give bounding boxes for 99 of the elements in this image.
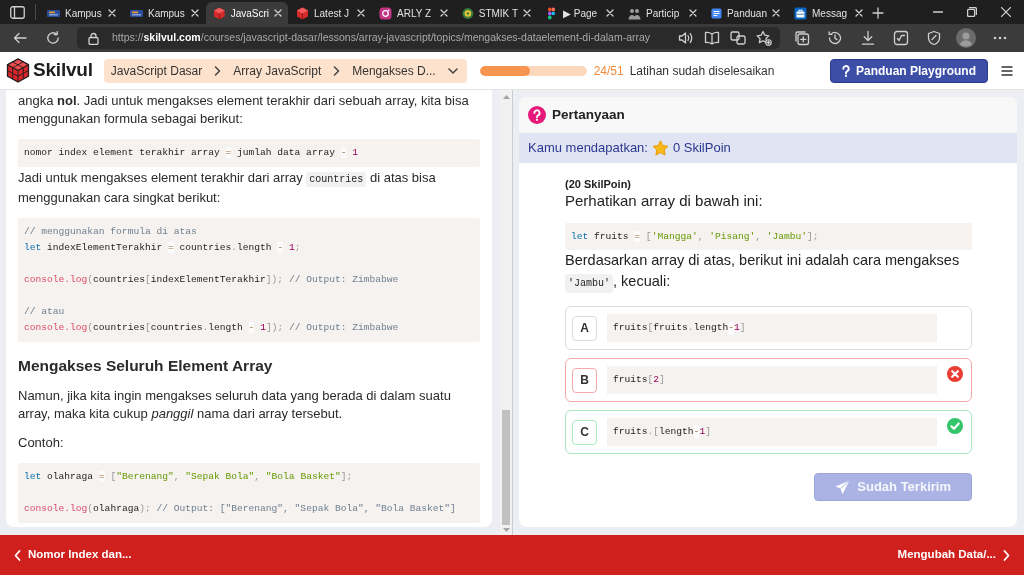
lesson-paragraph: Jadi untuk mengakses element terakhir dari array countries di atas bisa menggunakan cara singkat berikut: — [18, 169, 437, 207]
close-icon[interactable] — [1001, 7, 1011, 17]
document-icon — [711, 6, 722, 20]
code-line: // atau — [24, 305, 66, 319]
question-points: (20 SkilPoin) — [565, 177, 633, 191]
chevron-left-icon — [14, 549, 21, 561]
speaker-icon[interactable] — [678, 30, 694, 46]
logo-text: Skilvul — [33, 58, 93, 83]
briefcase-icon — [794, 6, 807, 20]
question-text: Berdasarkan array di atas, berikut ini adalah cara mengakses 'Jambu' , kecuali: — [565, 250, 972, 294]
scrollbar[interactable] — [500, 90, 512, 535]
browser-tab[interactable]: STMIK T — [455, 2, 537, 24]
code-line: console.log(countries[indexElementTerakhir]); // Output: Zimbabwe — [24, 273, 400, 287]
browser-tab[interactable]: Messag — [787, 2, 869, 24]
scrollbar-thumb[interactable] — [502, 410, 510, 525]
cube-icon — [213, 6, 226, 20]
lesson-paragraph: angka nol. Jadi untuk mengakses element terakhir dari sebuah array, kita bisa menggunakan formula sebagai berikut: — [18, 92, 470, 128]
lock-icon — [88, 31, 99, 45]
code-line: let indexElementTerakhir = countries.length - 1; — [24, 241, 302, 255]
menu-icon[interactable] — [1001, 65, 1013, 76]
paper-plane-icon — [835, 479, 851, 495]
close-icon[interactable] — [855, 9, 863, 17]
restore-icon[interactable] — [967, 7, 977, 17]
browser-tab[interactable]: Kampus — [40, 2, 122, 24]
cross-circle-icon — [947, 366, 963, 382]
breadcrumb-link[interactable]: Array JavaScript — [233, 61, 322, 80]
option-letter: C — [572, 419, 597, 445]
code-line: let fruits = ['Mangga', 'Pisang', 'Jambu']; — [571, 229, 820, 244]
avatar-icon[interactable] — [956, 28, 976, 48]
chevron-right-icon — [333, 65, 341, 76]
code-line: nomor index element terakhir array = jumlah data array - 1 — [24, 146, 359, 160]
download-icon[interactable] — [860, 30, 876, 46]
progress-count: 24/51 — [593, 62, 624, 80]
option-letter: B — [572, 367, 597, 393]
favorite-icon[interactable] — [756, 30, 772, 46]
breadcrumb-link[interactable]: Mengakses D... — [352, 61, 436, 80]
close-icon[interactable] — [523, 9, 531, 17]
browser-tab[interactable]: Particip — [621, 2, 703, 24]
app-tile-icon[interactable] — [893, 30, 909, 46]
browser-tab[interactable]: JavaScri — [206, 2, 288, 24]
section-heading: Mengakses Seluruh Element Array — [18, 356, 274, 376]
lesson-paragraph: Contoh: — [18, 434, 65, 452]
answer-option[interactable]: B fruits[2] — [565, 358, 972, 402]
cube-icon — [296, 6, 309, 20]
reward-label: Kamu mendapatkan: — [528, 139, 648, 158]
panel-icon[interactable] — [10, 5, 25, 19]
more-icon[interactable] — [993, 36, 1007, 40]
previous-link[interactable]: Nomor Index dan... — [14, 546, 132, 564]
close-icon[interactable] — [689, 9, 697, 17]
option-code: fruits[2] — [607, 366, 937, 394]
code-line: console.log(countries[countries.length - 1]); // Output: Zimbabwe — [24, 321, 400, 335]
code-line: // menggunakan formula di atas — [24, 225, 198, 239]
next-link[interactable]: Mengubah Data/... — [897, 546, 1010, 564]
close-icon[interactable] — [357, 9, 365, 17]
close-icon[interactable] — [772, 9, 780, 17]
close-icon[interactable] — [274, 9, 282, 17]
history-icon[interactable] — [827, 30, 843, 46]
close-icon[interactable] — [108, 9, 116, 17]
breadcrumb-link[interactable]: JavaScript Dasar — [110, 61, 203, 80]
browser-tab[interactable]: Latest J — [289, 2, 371, 24]
camera-icon — [379, 6, 392, 20]
close-icon[interactable] — [606, 9, 614, 17]
code-line: console.log(olahraga); // Output: ["Berenang", "Sepak Bola", "Bola Basket"] — [24, 502, 457, 516]
star-icon — [651, 140, 669, 156]
close-icon[interactable] — [191, 9, 199, 17]
refresh-icon[interactable] — [45, 30, 61, 46]
question-mark-icon — [842, 64, 850, 77]
answer-option[interactable]: C fruits.[length-1] — [565, 410, 972, 454]
back-icon[interactable] — [12, 30, 28, 46]
cube-icon — [6, 58, 30, 83]
collections-icon[interactable] — [794, 30, 810, 46]
people-icon — [628, 6, 641, 20]
question-prompt: Perhatikan array di bawah ini: — [565, 191, 764, 211]
browser-tab[interactable]: ▶ Page — [538, 2, 620, 24]
reward-value: 0 SkilPoin — [672, 139, 731, 158]
question-circle-icon — [528, 106, 546, 124]
shield-icon[interactable] — [926, 30, 942, 46]
emblem-icon — [462, 6, 474, 20]
progress-caption: Latihan sudah diselesaikan — [629, 62, 775, 80]
answer-option[interactable]: A fruits[fruits.length-1] — [565, 306, 972, 350]
plus-icon[interactable] — [872, 7, 884, 19]
chevron-right-icon — [214, 65, 222, 76]
help-button[interactable]: Panduan Playground — [830, 58, 988, 83]
close-icon[interactable] — [440, 9, 448, 17]
option-code: fruits.[length-1] — [607, 418, 937, 446]
overlap-squares-icon[interactable] — [730, 30, 746, 46]
browser-tab[interactable]: ARLY Z — [372, 2, 454, 24]
shapes-icon — [545, 6, 558, 20]
browser-tab[interactable]: Kampus — [123, 2, 205, 24]
option-letter: A — [572, 315, 597, 341]
check-circle-icon — [947, 418, 963, 434]
code-line: let olahraga = ["Berenang", "Sepak Bola", "Bola Basket"]; — [24, 470, 354, 484]
book-icon[interactable] — [704, 30, 720, 46]
browser-tab[interactable]: Panduan — [704, 2, 786, 24]
option-code: fruits[fruits.length-1] — [607, 314, 937, 342]
question-title: Pertanyaan — [552, 105, 625, 124]
lesson-paragraph: Namun, jika kita ingin mengakses seluruh data yang berada di dalam suatu array, maka kita cukup panggil nama dari array tersebut. — [18, 387, 452, 423]
caret-down-icon[interactable] — [447, 67, 458, 74]
chevron-right-icon — [1003, 549, 1010, 561]
